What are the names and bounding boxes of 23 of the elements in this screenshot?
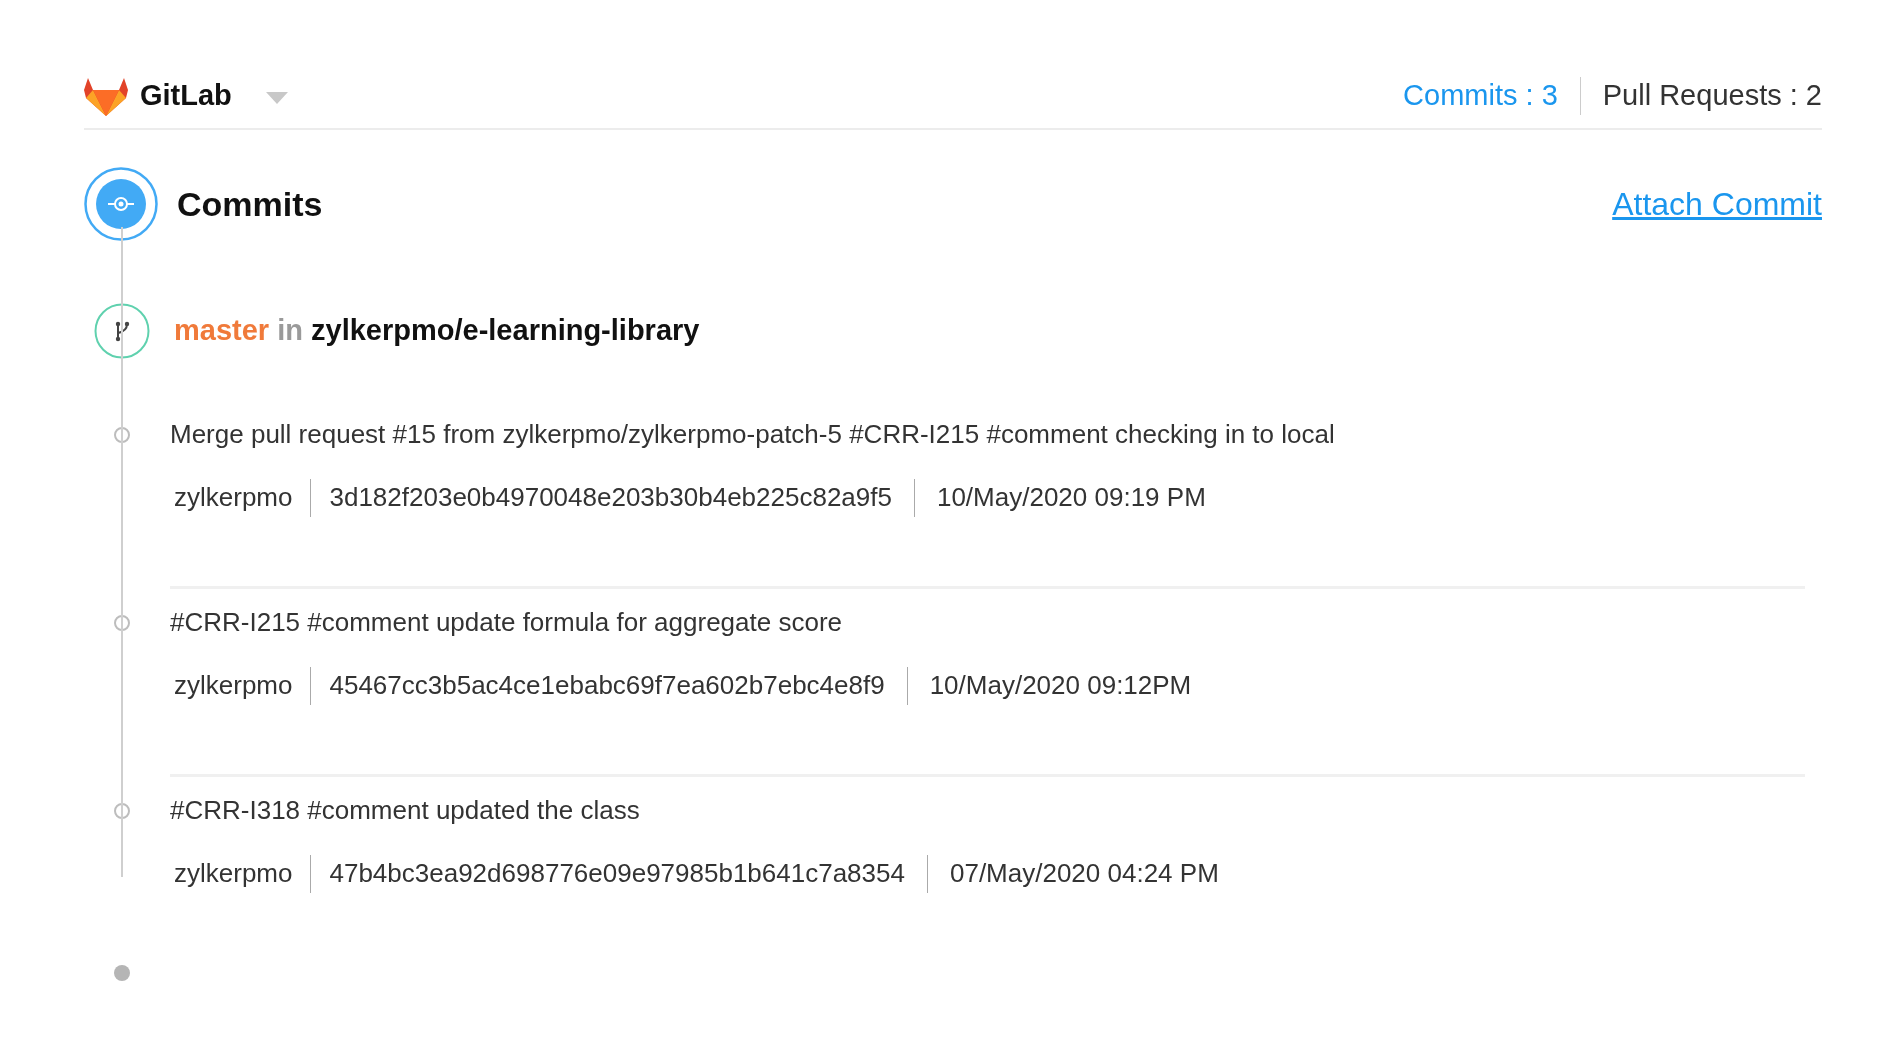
commit-author: zylkerpmo bbox=[174, 481, 293, 514]
commit-author: zylkerpmo bbox=[174, 857, 293, 890]
section-title: Commits bbox=[177, 183, 323, 225]
timeline-end-icon bbox=[114, 965, 130, 981]
attach-commit-link[interactable]: Attach Commit bbox=[1612, 180, 1822, 228]
commit-date: 10/May/2020 09:19 PM bbox=[936, 481, 1206, 514]
branch-heading: master in zylkerpmo/e-learning-library bbox=[174, 313, 700, 349]
commit-hash: 3d182f203e0b4970048e203b30b4eb225c82a9f5 bbox=[329, 481, 892, 514]
commit-hash: 45467cc3b5ac4ce1ebabc69f7ea602b7ebc4e8f9 bbox=[329, 669, 885, 702]
commit-message: #CRR-I215 #comment update formula for aggregate score bbox=[170, 606, 843, 639]
caret-icon[interactable] bbox=[265, 92, 288, 104]
commit-message: #CRR-I318 #comment updated the class bbox=[170, 794, 641, 827]
commit-date: 10/May/2020 09:12PM bbox=[929, 669, 1192, 702]
commit-hash: 47b4bc3ea92d698776e09e97985b1b641c7a8354 bbox=[329, 857, 905, 890]
app-name: GitLab bbox=[140, 78, 232, 114]
commit-message: Merge pull request #15 from zylkerpmo/zylkerpmo-patch-5 #CRR-I215 #comment checking in to local bbox=[170, 418, 1336, 451]
fox-logo-icon bbox=[84, 76, 128, 116]
commit-icon bbox=[84, 167, 158, 241]
commit-date: 07/May/2020 04:24 PM bbox=[949, 857, 1219, 890]
branch-icon bbox=[94, 303, 150, 359]
header-tab[interactable]: Commits : 3 bbox=[1403, 74, 1558, 118]
header-tab[interactable]: Pull Requests : 2 bbox=[1602, 74, 1822, 118]
commit-author: zylkerpmo bbox=[174, 669, 293, 702]
